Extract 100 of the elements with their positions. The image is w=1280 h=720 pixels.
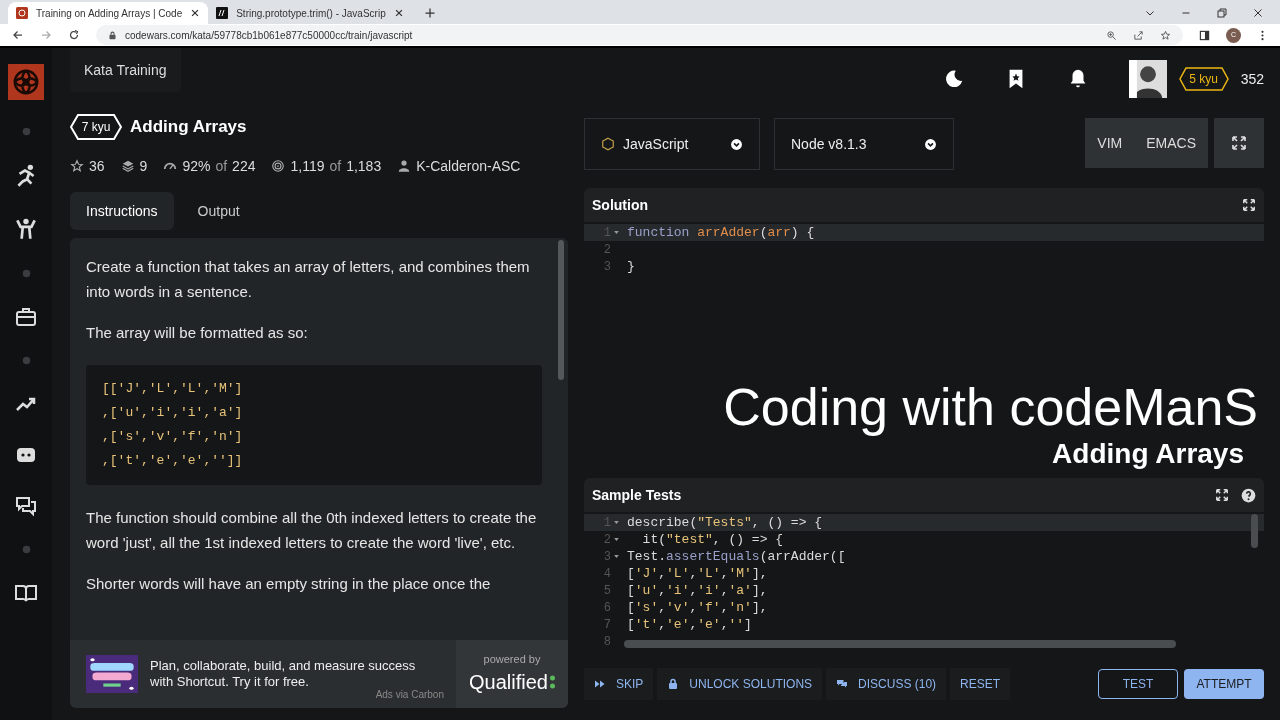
code-line: it("test", () => { <box>641 530 784 549</box>
section-title: Kata Training <box>70 48 181 92</box>
logo-icon[interactable] <box>8 64 44 100</box>
language-select[interactable]: JavaScript <box>584 118 760 170</box>
sidebar-icon[interactable] <box>1199 29 1210 41</box>
tab-title: Training on Adding Arrays | Code <box>36 6 183 21</box>
gym-figure-icon[interactable] <box>13 216 39 242</box>
briefcase-icon[interactable] <box>14 305 38 329</box>
fold-arrow-icon[interactable] <box>613 553 620 560</box>
select-value: JavaScript <box>623 134 690 154</box>
line-number: 8 <box>603 633 611 651</box>
action-button[interactable]: SKIP <box>584 668 654 700</box>
dot-icon <box>21 356 31 365</box>
panel-title: Solution <box>592 195 649 215</box>
code-line: function arrAdder(arr) { <box>626 223 815 242</box>
tab[interactable]: Output <box>181 192 256 230</box>
back-icon[interactable] <box>12 29 24 41</box>
stat-text: K-Calderon-ASC <box>416 156 521 176</box>
code-line: [['J','L','L','M'] <box>102 380 244 398</box>
line-number: 4 <box>603 565 611 583</box>
line-number: 2 <box>603 241 611 259</box>
code-line: } <box>626 257 635 276</box>
ad-text: Plan, collaborate, build, and measure success with Shortcut. Try it for free. <box>150 658 417 690</box>
stat-text: of <box>329 156 342 176</box>
overlay-subtitle: Adding Arrays <box>1052 438 1244 470</box>
restore-icon[interactable] <box>1216 7 1228 19</box>
expand-icon[interactable] <box>1242 198 1256 212</box>
select-value: Node v8.1.3 <box>791 134 868 154</box>
fullscreen-button[interactable] <box>1214 118 1264 168</box>
code-line: ,['s','v','f','n'] <box>102 428 244 446</box>
zoom-icon[interactable] <box>1106 29 1117 41</box>
kata-title: Adding Arrays <box>130 116 247 139</box>
stat-text: 9 <box>139 156 148 176</box>
share-icon[interactable] <box>1133 29 1144 41</box>
kyu-badge: 7 kyu <box>70 114 122 140</box>
lock-icon <box>667 678 680 690</box>
action-button[interactable]: RESET <box>950 668 1011 700</box>
paragraph: Create a function that takes an array of letters, and combines them into words in a sentence. <box>86 257 531 302</box>
site-icon <box>16 7 28 19</box>
brand-name: Qualified <box>469 670 548 696</box>
stat-text: 224 <box>232 156 256 176</box>
stat-text: 36 <box>89 156 105 176</box>
ad-banner[interactable]: Plan, collaborate, build, and measure success with Shortcut. Try it for free. Ads via Carbon powered by Qualified <box>70 640 568 708</box>
tab-title: String.prototype.trim() - JavaScrip <box>236 6 386 21</box>
stat-text: 1,183 <box>346 156 382 176</box>
browser-tab[interactable]: Training on Adding Arrays | Code <box>8 2 209 24</box>
horizontal-scrollbar[interactable] <box>624 640 1176 648</box>
chat-bubbles-icon[interactable] <box>14 494 38 518</box>
code-line: ['s','v','f','n'], <box>626 598 768 617</box>
browser-tab[interactable]: String.prototype.trim() - JavaScrip <box>208 2 412 24</box>
dot-icon <box>21 545 31 554</box>
paragraph: The array will be formatted as so: <box>86 323 309 343</box>
version-select[interactable]: Node v8.1.3 <box>774 118 954 170</box>
code-line: ,['u','i','i','a'] <box>102 404 244 422</box>
chevron-down-icon <box>924 137 937 151</box>
target-icon <box>271 159 286 173</box>
powered-by-text: powered by <box>483 651 541 667</box>
action-button[interactable]: TEST <box>1098 669 1178 699</box>
tab[interactable]: Instructions <box>70 192 174 230</box>
line-number: 2 <box>603 531 611 549</box>
panel-title: Sample Tests <box>592 485 683 505</box>
action-button[interactable]: DISCUSS (10) <box>826 668 947 700</box>
close-icon[interactable] <box>1252 7 1264 19</box>
overlay-title: Coding with codeManS <box>723 377 1258 438</box>
address-bar[interactable]: codewars.com/kata/59778cb1b061e877c50000cc/train/javascript <box>96 25 1183 45</box>
code-line: Test.assertEquals(arrAdder([ <box>626 547 846 566</box>
expand-icon <box>1231 135 1247 151</box>
mode-button[interactable]: VIM <box>1085 118 1135 168</box>
rank-badge: 5 kyu <box>1178 67 1229 91</box>
line-number: 3 <box>603 258 611 276</box>
close-icon[interactable] <box>190 8 201 18</box>
mode-button[interactable]: EMACS <box>1134 118 1208 168</box>
site-icon <box>216 7 229 19</box>
hexagon-js-icon <box>601 137 615 151</box>
honor-score: 352 <box>1240 69 1264 89</box>
action-button[interactable]: UNLOCK SOLUTIONS <box>657 668 823 700</box>
action-button[interactable]: ATTEMPT <box>1184 669 1264 699</box>
dot-icon <box>21 269 31 278</box>
fold-arrow-icon[interactable] <box>613 536 620 543</box>
paragraph: The function should combine all the 0th indexed letters to create the word 'just', all the 1st indexed letters to create the word 'live', etc. <box>86 508 538 553</box>
close-icon[interactable] <box>393 8 404 18</box>
fold-arrow-icon[interactable] <box>613 519 620 526</box>
code-line: ['t','e','e',''] <box>626 615 752 634</box>
new-tab-icon[interactable] <box>423 7 436 19</box>
line-number: 3 <box>603 548 611 566</box>
reload-icon[interactable] <box>68 29 80 41</box>
fold-arrow-icon[interactable] <box>613 229 620 236</box>
star-icon[interactable] <box>1160 29 1171 41</box>
layers-icon <box>120 159 135 173</box>
line-number: 7 <box>603 616 611 634</box>
chevron-down-icon <box>730 137 743 151</box>
star-icon <box>70 159 84 173</box>
code-line: describe("Tests", () => { <box>626 513 823 532</box>
line-number: 5 <box>603 582 611 600</box>
vertical-scrollbar[interactable] <box>1251 514 1258 548</box>
help-icon[interactable] <box>1241 487 1256 503</box>
scrollbar[interactable] <box>558 240 564 380</box>
code-line: ['u','i','i','a'], <box>626 581 768 600</box>
dots-icon <box>549 675 555 690</box>
expand-icon[interactable] <box>1215 488 1229 502</box>
